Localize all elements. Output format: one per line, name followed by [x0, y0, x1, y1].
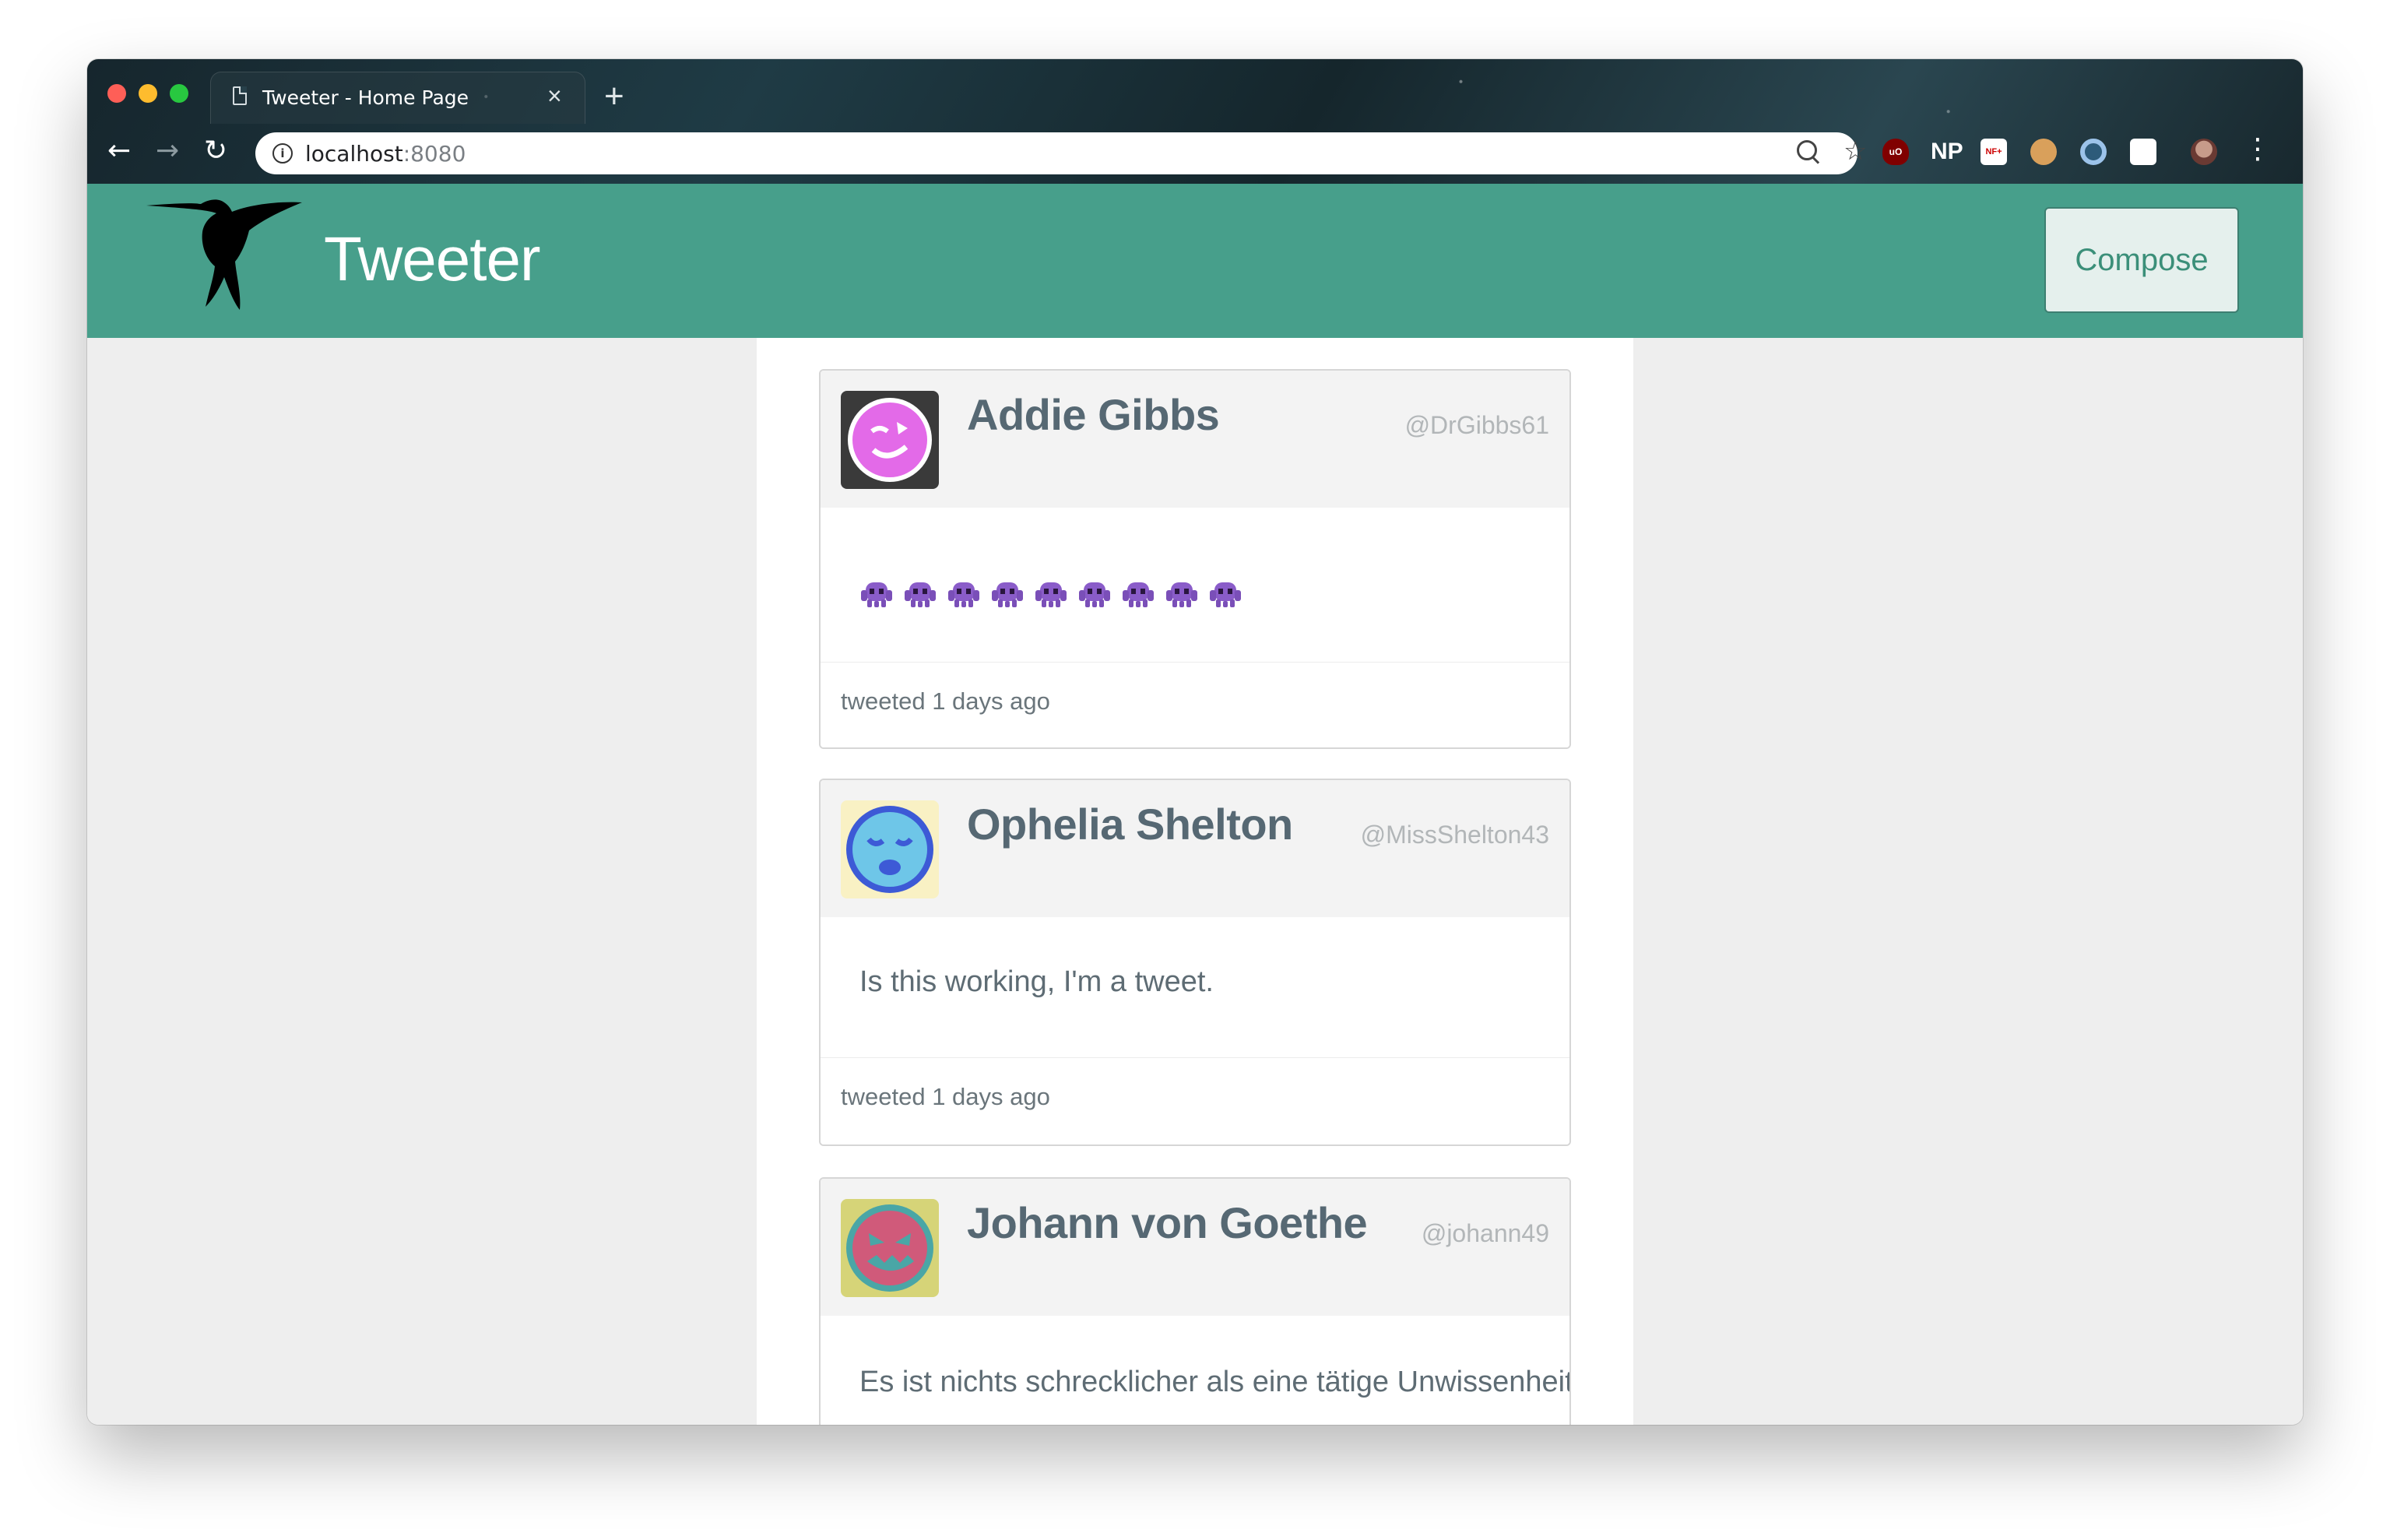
- url-host: localhost: [305, 141, 403, 167]
- profile-avatar-icon[interactable]: [2191, 139, 2217, 165]
- display-name: Addie Gibbs: [967, 390, 1220, 439]
- url-text: localhost:8080: [305, 141, 466, 167]
- display-name: Ophelia Shelton: [967, 800, 1293, 849]
- tab-close-icon[interactable]: ×: [547, 82, 562, 110]
- tweet-content: Es ist nichts schrecklicher als eine tät…: [859, 1366, 1571, 1398]
- alien-emoji-icon: [1035, 582, 1067, 607]
- tweet-timestamp: tweeted 1 days ago: [841, 1083, 1050, 1110]
- browser-menu-icon[interactable]: ⋮: [2244, 134, 2272, 165]
- browser-window: Tweeter - Home Page × + ← → ↻ i localhos…: [87, 59, 2303, 1425]
- alien-emoji-icon: [861, 582, 892, 607]
- user-handle: @DrGibbs61: [1404, 411, 1549, 439]
- tweet-card: Johann von Goethe @johann49 Es ist nicht…: [819, 1177, 1571, 1425]
- url-port: :8080: [402, 141, 466, 167]
- avatar: [841, 800, 939, 898]
- back-button[interactable]: ←: [107, 135, 131, 167]
- alien-emoji-icon: [905, 582, 936, 607]
- page-icon: [233, 86, 247, 105]
- site-info-icon[interactable]: i: [272, 143, 293, 163]
- page-viewport: Tweeter Compose Addie Gibbs @DrGibbs61 t…: [87, 184, 2303, 1425]
- tweet-content: Is this working, I'm a tweet.: [859, 965, 1214, 998]
- app-header: Tweeter Compose: [87, 184, 2303, 338]
- tweet-footer: tweeted 1 days ago: [821, 1057, 1569, 1144]
- avatar: [841, 391, 939, 489]
- compose-button[interactable]: Compose: [2044, 207, 2239, 313]
- alien-emoji-icon: [1079, 582, 1110, 607]
- zoom-icon[interactable]: [1797, 140, 1817, 160]
- avatar: [841, 1199, 939, 1297]
- alien-emoji-icon: [948, 582, 979, 607]
- tweet-card: Ophelia Shelton @MissShelton43 Is this w…: [819, 779, 1571, 1146]
- square-extension-icon[interactable]: [2130, 139, 2156, 165]
- tweet-header: Addie Gibbs @DrGibbs61: [821, 371, 1569, 508]
- ublock-extension-icon[interactable]: uO: [1882, 139, 1909, 165]
- forward-button[interactable]: →: [156, 135, 179, 167]
- hummingbird-logo-icon: [146, 199, 302, 310]
- user-handle: @MissShelton43: [1360, 821, 1549, 849]
- tweet-card: Addie Gibbs @DrGibbs61 tweeted 1 days ag…: [819, 369, 1571, 749]
- nf-extension-icon[interactable]: NF+: [1981, 139, 2007, 165]
- new-tab-button[interactable]: +: [604, 78, 624, 115]
- address-bar[interactable]: i localhost:8080 ☆: [255, 132, 1867, 174]
- alien-emoji-icon: [1166, 582, 1197, 607]
- maximize-window-button[interactable]: [170, 84, 188, 103]
- display-name: Johann von Goethe: [967, 1198, 1368, 1247]
- user-handle: @johann49: [1421, 1219, 1549, 1247]
- reload-button[interactable]: ↻: [204, 135, 227, 167]
- minimize-window-button[interactable]: [139, 84, 157, 103]
- np-extension-icon[interactable]: NP: [1931, 139, 1965, 165]
- browser-chrome: Tweeter - Home Page × + ← → ↻ i localhos…: [87, 59, 2303, 184]
- tweet-timestamp: tweeted 1 days ago: [841, 687, 1050, 715]
- alien-emoji-icon: [992, 582, 1023, 607]
- tab-title: Tweeter - Home Page: [262, 86, 469, 109]
- browser-tab[interactable]: Tweeter - Home Page ×: [210, 72, 585, 124]
- alien-emoji-icon: [1210, 582, 1241, 607]
- tweet-footer: tweeted 1 days ago: [821, 662, 1569, 747]
- tweet-feed: Addie Gibbs @DrGibbs61 tweeted 1 days ag…: [757, 338, 1633, 1425]
- bookmark-star-icon[interactable]: ☆: [1843, 135, 1867, 167]
- app-title: Tweeter: [324, 224, 541, 294]
- tweet-header: Johann von Goethe @johann49: [821, 1179, 1569, 1316]
- ring-extension-icon[interactable]: [2080, 139, 2107, 165]
- alien-emoji-icon: [1123, 582, 1154, 607]
- cookie-extension-icon[interactable]: [2030, 139, 2057, 165]
- close-window-button[interactable]: [107, 84, 126, 103]
- tweet-header: Ophelia Shelton @MissShelton43: [821, 780, 1569, 917]
